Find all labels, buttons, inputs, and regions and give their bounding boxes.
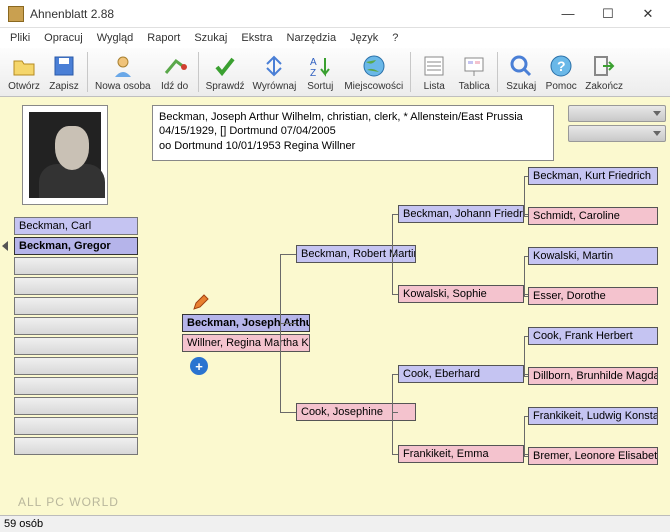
list-item[interactable] [14, 437, 138, 455]
tree-node-ggp[interactable]: Kowalski, Martin [528, 247, 658, 265]
menu-ekstra[interactable]: Ekstra [235, 30, 278, 46]
check-button[interactable]: Sprawdź [202, 50, 249, 94]
tree-node-mother[interactable]: Cook, Josephine [296, 403, 416, 421]
list-item[interactable] [14, 337, 138, 355]
list-item[interactable] [14, 297, 138, 315]
right-sidebar [568, 105, 666, 505]
svg-text:Z: Z [310, 68, 316, 79]
tree-node-ggp[interactable]: Schmidt, Caroline [528, 207, 658, 225]
list-item[interactable] [14, 257, 138, 275]
sort-icon: AZ [306, 52, 334, 80]
tree-node-ggp[interactable]: Frankikeit, Ludwig Konstantin [528, 407, 658, 425]
exit-icon [590, 52, 618, 80]
app-icon [8, 6, 24, 22]
help-button[interactable]: ?Pomoc [541, 50, 581, 94]
list-icon [420, 52, 448, 80]
new-person-icon [109, 52, 137, 80]
search-icon [507, 52, 535, 80]
board-icon [460, 52, 488, 80]
dropdown-slot[interactable] [568, 125, 666, 142]
left-arrow-icon[interactable] [2, 241, 8, 251]
goto-button[interactable]: Idź do [155, 50, 195, 94]
search-button[interactable]: Szukaj [501, 50, 541, 94]
tree-node-father[interactable]: Beckman, Robert Martin [296, 245, 416, 263]
align-button[interactable]: Wyrównaj [249, 50, 301, 94]
new-person-button[interactable]: Nowa osoba [91, 50, 155, 94]
board-button[interactable]: Tablica [454, 50, 494, 94]
list-item[interactable]: Beckman, Carl [14, 217, 138, 235]
goto-icon [161, 52, 189, 80]
save-icon [50, 52, 78, 80]
places-button[interactable]: Miejscowości [340, 50, 407, 94]
tree-node-ggp[interactable]: Esser, Dorothe [528, 287, 658, 305]
pencil-icon[interactable] [192, 293, 210, 311]
watermark: ALL PC WORLD [18, 495, 119, 509]
tree-node-mgf[interactable]: Cook, Eberhard [398, 365, 524, 383]
siblings-list: Beckman, Carl Beckman, Gregor [14, 217, 138, 457]
tree-node-ggp[interactable]: Beckman, Kurt Friedrich [528, 167, 658, 185]
info-line1: Beckman, Joseph Arthur Wilhelm, christia… [159, 110, 547, 124]
dropdown-slot[interactable] [568, 105, 666, 122]
open-button[interactable]: Otwórz [4, 50, 44, 94]
globe-icon [360, 52, 388, 80]
person-info[interactable]: Beckman, Joseph Arthur Wilhelm, christia… [152, 105, 554, 161]
menu-bar: Pliki Opracuj Wygląd Raport Szukaj Ekstr… [0, 28, 670, 48]
exit-button[interactable]: Zakończ [581, 50, 627, 94]
person-photo[interactable] [22, 105, 108, 205]
tree-node-spouse[interactable]: Willner, Regina Martha K [182, 334, 310, 352]
folder-open-icon [10, 52, 38, 80]
menu-pliki[interactable]: Pliki [4, 30, 36, 46]
sort-button[interactable]: AZSortuj [300, 50, 340, 94]
add-icon[interactable]: + [190, 357, 208, 375]
menu-raport[interactable]: Raport [141, 30, 186, 46]
tree-node-ggp[interactable]: Dillborn, Brunhilde Magdalene [528, 367, 658, 385]
menu-help[interactable]: ? [386, 30, 404, 46]
svg-text:A: A [310, 57, 317, 68]
minimize-button[interactable]: — [548, 1, 588, 27]
tree-node-ggp[interactable]: Cook, Frank Herbert [528, 327, 658, 345]
help-icon: ? [547, 52, 575, 80]
align-icon [260, 52, 288, 80]
check-icon [211, 52, 239, 80]
workspace: Beckman, Joseph Arthur Wilhelm, christia… [0, 97, 670, 515]
window-title: Ahnenblatt 2.88 [30, 7, 548, 21]
status-text: 59 osób [4, 518, 43, 530]
tree-node-mgm[interactable]: Frankikeit, Emma [398, 445, 524, 463]
maximize-button[interactable]: ☐ [588, 1, 628, 27]
status-bar: 59 osób [0, 515, 670, 532]
list-item[interactable] [14, 417, 138, 435]
list-item[interactable] [14, 357, 138, 375]
list-item[interactable]: Beckman, Gregor [14, 237, 138, 255]
info-line2: 04/15/1929, [] Dortmund 07/04/2005 [159, 124, 547, 138]
menu-szukaj[interactable]: Szukaj [188, 30, 233, 46]
info-line3: oo Dortmund 10/01/1953 Regina Willner [159, 139, 547, 153]
list-item[interactable] [14, 317, 138, 335]
svg-text:?: ? [557, 58, 566, 74]
menu-jezyk[interactable]: Język [344, 30, 384, 46]
menu-narzedzia[interactable]: Narzędzia [281, 30, 343, 46]
list-item[interactable] [14, 377, 138, 395]
list-item[interactable] [14, 277, 138, 295]
list-button[interactable]: Lista [414, 50, 454, 94]
tree-node-pgm[interactable]: Kowalski, Sophie [398, 285, 524, 303]
menu-opracuj[interactable]: Opracuj [38, 30, 89, 46]
toolbar: Otwórz Zapisz Nowa osoba Idź do Sprawdź … [0, 48, 670, 97]
tree-node-ggp[interactable]: Bremer, Leonore Elisabeth [528, 447, 658, 465]
save-button[interactable]: Zapisz [44, 50, 84, 94]
list-item[interactable] [14, 397, 138, 415]
close-button[interactable]: ✕ [628, 1, 668, 27]
menu-wyglad[interactable]: Wygląd [91, 30, 140, 46]
tree-node-pgf[interactable]: Beckman, Johann Friedrich [398, 205, 524, 223]
